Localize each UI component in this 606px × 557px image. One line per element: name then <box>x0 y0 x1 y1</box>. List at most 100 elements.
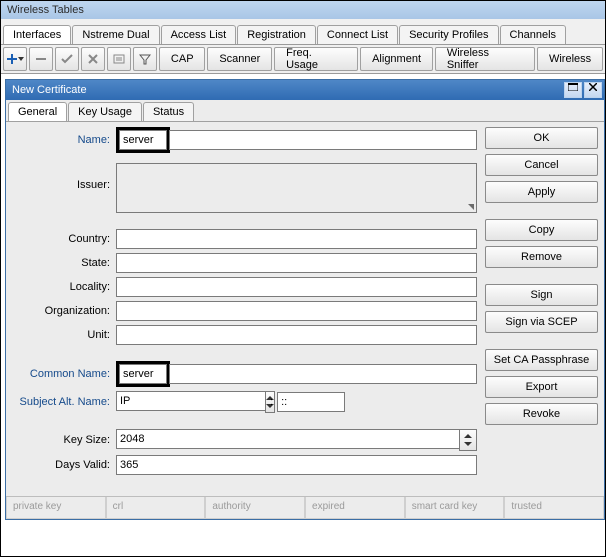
row-issuer: Issuer: <box>10 163 477 213</box>
plus-icon <box>6 53 18 65</box>
dialog-tabstrip: General Key Usage Status <box>6 100 604 122</box>
san-type-field[interactable] <box>116 391 265 411</box>
row-san: Subject Alt. Name: : <box>10 391 477 413</box>
window-icon <box>568 83 578 91</box>
wireless-sniffer-button[interactable]: Wireless Sniffer <box>435 47 535 71</box>
status-trusted: trusted <box>504 497 604 519</box>
highlight-name <box>116 127 170 153</box>
freq-usage-button[interactable]: Freq. Usage <box>274 47 358 71</box>
label-country: Country: <box>10 233 116 245</box>
tab-nstreme-dual[interactable]: Nstreme Dual <box>72 25 159 44</box>
remove-button[interactable] <box>29 47 53 71</box>
note-icon <box>113 53 125 65</box>
sign-button[interactable]: Sign <box>485 284 598 306</box>
key-size-dropdown[interactable] <box>459 429 477 451</box>
funnel-icon <box>139 53 151 65</box>
dialog-body: Name: Issuer: Country: <box>6 122 604 485</box>
updown-icon <box>464 434 472 446</box>
highlight-common-name <box>116 361 170 387</box>
organization-field[interactable] <box>116 301 477 321</box>
minus-icon <box>35 53 47 65</box>
ok-button[interactable]: OK <box>485 127 598 149</box>
form-column: Name: Issuer: Country: <box>10 127 477 479</box>
dialog-title: New Certificate <box>12 84 562 96</box>
app-window: Wireless Tables Interfaces Nstreme Dual … <box>0 0 606 557</box>
label-key-size: Key Size: <box>10 434 116 446</box>
tab-channels[interactable]: Channels <box>500 25 566 44</box>
common-name-field-ext[interactable] <box>169 364 477 384</box>
status-smart-card-key: smart card key <box>405 497 505 519</box>
label-locality: Locality: <box>10 281 116 293</box>
label-state: State: <box>10 257 116 269</box>
label-days-valid: Days Valid: <box>10 459 116 471</box>
tab-security-profiles[interactable]: Security Profiles <box>399 25 498 44</box>
toolbar: CAP Scanner Freq. Usage Alignment Wirele… <box>1 45 605 74</box>
copy-button[interactable]: Copy <box>485 219 598 241</box>
sign-via-scep-button[interactable]: Sign via SCEP <box>485 311 598 333</box>
status-authority: authority <box>205 497 305 519</box>
set-ca-passphrase-button[interactable]: Set CA Passphrase <box>485 349 598 371</box>
label-common-name: Common Name: <box>10 368 116 380</box>
status-crl: crl <box>106 497 206 519</box>
close-button[interactable] <box>584 82 602 98</box>
days-valid-field[interactable] <box>116 455 477 475</box>
tab-registration[interactable]: Registration <box>237 25 316 44</box>
tab-status[interactable]: Status <box>143 102 194 121</box>
outer-tabstrip: Interfaces Nstreme Dual Access List Regi… <box>1 19 605 45</box>
row-locality: Locality: <box>10 277 477 297</box>
tab-interfaces[interactable]: Interfaces <box>3 25 71 44</box>
add-button[interactable] <box>3 47 27 71</box>
unit-field[interactable] <box>116 325 477 345</box>
issuer-field[interactable] <box>116 163 477 213</box>
row-common-name: Common Name: <box>10 361 477 387</box>
common-name-field[interactable] <box>119 364 167 384</box>
name-field[interactable] <box>119 130 167 150</box>
row-unit: Unit: <box>10 325 477 345</box>
san-separator: : <box>266 396 277 408</box>
tab-key-usage[interactable]: Key Usage <box>68 102 142 121</box>
locality-field[interactable] <box>116 277 477 297</box>
san-value-field[interactable] <box>277 392 345 412</box>
export-button[interactable]: Export <box>485 376 598 398</box>
label-unit: Unit: <box>10 329 116 341</box>
x-icon <box>87 53 99 65</box>
san-type-combo[interactable] <box>116 391 266 413</box>
status-private-key: private key <box>6 497 106 519</box>
disable-button[interactable] <box>81 47 105 71</box>
cap-button[interactable]: CAP <box>159 47 205 71</box>
label-san: Subject Alt. Name: <box>10 396 116 408</box>
row-state: State: <box>10 253 477 273</box>
close-icon <box>589 83 597 91</box>
wireless-button[interactable]: Wireless <box>537 47 603 71</box>
remove-cert-button[interactable]: Remove <box>485 246 598 268</box>
filter-button[interactable] <box>133 47 157 71</box>
outer-window-title: Wireless Tables <box>1 1 605 19</box>
row-name: Name: <box>10 127 477 153</box>
row-key-size: Key Size: <box>10 429 477 451</box>
tab-access-list[interactable]: Access List <box>161 25 237 44</box>
chevron-down-icon <box>18 56 24 62</box>
dialog-titlebar[interactable]: New Certificate <box>6 80 604 100</box>
apply-button[interactable]: Apply <box>485 181 598 203</box>
tab-connect-list[interactable]: Connect List <box>317 25 398 44</box>
check-icon <box>61 53 73 65</box>
label-organization: Organization: <box>10 305 116 317</box>
key-size-field[interactable] <box>116 429 459 449</box>
alignment-button[interactable]: Alignment <box>360 47 433 71</box>
label-name: Name: <box>10 134 116 146</box>
row-organization: Organization: <box>10 301 477 321</box>
comment-button[interactable] <box>107 47 131 71</box>
key-size-combo[interactable] <box>116 429 477 451</box>
minimize-button[interactable] <box>564 82 582 98</box>
status-expired: expired <box>305 497 405 519</box>
scanner-button[interactable]: Scanner <box>207 47 272 71</box>
cancel-button[interactable]: Cancel <box>485 154 598 176</box>
country-field[interactable] <box>116 229 477 249</box>
new-certificate-dialog: New Certificate General Key Usage Status… <box>5 79 605 520</box>
tab-general[interactable]: General <box>8 102 67 121</box>
row-days-valid: Days Valid: <box>10 455 477 475</box>
state-field[interactable] <box>116 253 477 273</box>
name-field-ext[interactable] <box>169 130 477 150</box>
enable-button[interactable] <box>55 47 79 71</box>
revoke-button[interactable]: Revoke <box>485 403 598 425</box>
